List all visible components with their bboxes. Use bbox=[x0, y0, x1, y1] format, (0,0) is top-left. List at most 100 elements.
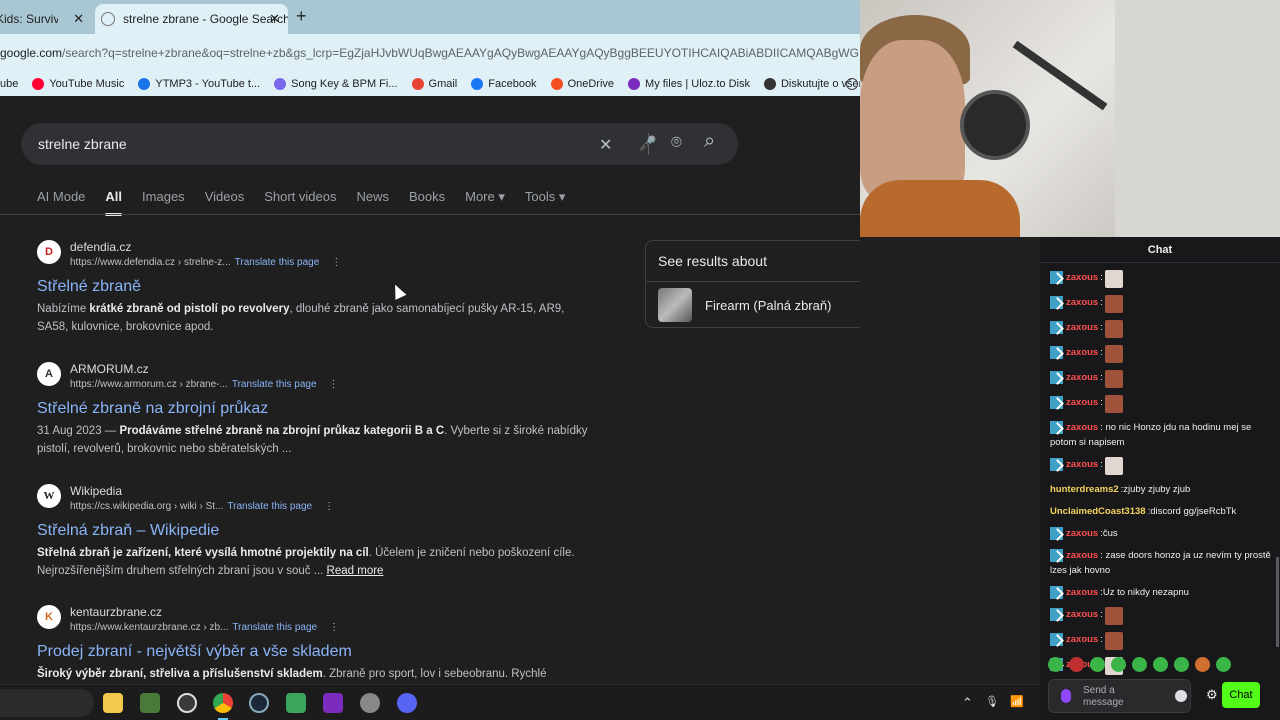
result-url[interactable]: https://www.defendia.cz › strelne-z... bbox=[70, 257, 231, 268]
verified-badge-icon bbox=[1050, 458, 1063, 471]
tab-google-search[interactable]: strelne zbrane - Google Search ✕ bbox=[95, 4, 288, 34]
emote-icon[interactable] bbox=[1195, 657, 1210, 672]
result-title[interactable]: Prodej zbraní - největší výběr a vše skl… bbox=[37, 643, 597, 661]
separator: : bbox=[1100, 272, 1103, 283]
mic-icon[interactable]: 🎤 bbox=[639, 135, 656, 152]
app-icon[interactable] bbox=[286, 693, 306, 713]
tab-books[interactable]: Books bbox=[409, 189, 445, 205]
address-bar[interactable]: google.com/search?q=strelne+zbrane&oq=st… bbox=[0, 34, 860, 72]
search-box[interactable]: strelne zbrane ✕ 🎤 ⌾ ⌕ bbox=[21, 123, 738, 165]
result-site[interactable]: ARMORUM.cz bbox=[70, 362, 339, 376]
chat-username[interactable]: zaxous bbox=[1066, 270, 1098, 285]
knowledge-entity-link[interactable]: Firearm (Palná zbraň) › bbox=[646, 281, 860, 329]
search-input[interactable]: strelne zbrane bbox=[38, 136, 127, 152]
minecraft-icon[interactable] bbox=[140, 693, 160, 713]
bookmark-item[interactable]: Facebook bbox=[471, 78, 537, 90]
tab-tools[interactable]: Tools ▾ bbox=[525, 189, 566, 205]
result-site[interactable]: Wikipedia bbox=[70, 484, 334, 498]
new-tab-button[interactable]: + bbox=[296, 6, 307, 27]
discord-icon[interactable] bbox=[397, 693, 417, 713]
mic-icon[interactable] bbox=[1061, 689, 1071, 703]
tray-overflow-icon[interactable]: ⌃ bbox=[962, 695, 973, 711]
bookmark-item[interactable]: YTMP3 - YouTube t... bbox=[138, 78, 260, 90]
clear-icon[interactable]: ✕ bbox=[599, 135, 612, 155]
tab-all[interactable]: All bbox=[105, 189, 122, 216]
bookmark-item[interactable]: Song Key & BPM Fi... bbox=[274, 78, 398, 90]
emote-icon[interactable] bbox=[1090, 657, 1105, 672]
chat-username[interactable]: zaxous bbox=[1066, 422, 1098, 433]
chat-username[interactable]: zaxous bbox=[1066, 345, 1098, 360]
chat-username[interactable]: zaxous bbox=[1066, 632, 1098, 647]
bookmark-item[interactable]: OneDrive bbox=[550, 78, 614, 90]
chat-username[interactable]: zaxous bbox=[1066, 395, 1098, 410]
tab-ai-mode[interactable]: AI Mode bbox=[37, 189, 85, 205]
file-explorer-icon[interactable] bbox=[103, 693, 123, 713]
tab-videos[interactable]: Videos bbox=[205, 189, 245, 205]
result-url[interactable]: https://www.kentaurzbrane.cz › zb... bbox=[70, 622, 228, 633]
settings-icon[interactable] bbox=[360, 693, 380, 713]
result-url[interactable]: https://www.armorum.cz › zbrane-... bbox=[70, 379, 228, 390]
chat-username[interactable]: UnclaimedCoast3138 bbox=[1050, 504, 1146, 519]
result-site[interactable]: kentaurzbrane.cz bbox=[70, 605, 339, 619]
chat-username[interactable]: zaxous bbox=[1066, 526, 1098, 541]
tab-kids-surviving[interactable]: Kids: Surviving ✕ bbox=[0, 4, 92, 34]
app-icon[interactable] bbox=[323, 693, 343, 713]
bookmark-item[interactable]: ube bbox=[0, 78, 18, 90]
emote-icon[interactable] bbox=[1111, 657, 1126, 672]
tab-label: strelne zbrane - Google Search bbox=[123, 12, 288, 26]
translate-link[interactable]: Translate this page bbox=[232, 622, 317, 633]
close-icon[interactable]: ✕ bbox=[269, 11, 280, 27]
url-text[interactable]: google.com/search?q=strelne+zbrane&oq=st… bbox=[0, 46, 860, 60]
microphone-icon[interactable]: 🎙 bbox=[985, 695, 999, 708]
chat-send-button[interactable]: Chat bbox=[1222, 682, 1260, 708]
chat-username[interactable]: zaxous bbox=[1066, 550, 1098, 561]
tab-news[interactable]: News bbox=[356, 189, 389, 205]
lens-icon[interactable]: ⌾ bbox=[671, 132, 682, 153]
chat-username[interactable]: zaxous bbox=[1066, 370, 1098, 385]
result-url[interactable]: https://cs.wikipedia.org › wiki › St... bbox=[70, 501, 223, 512]
emote-icon[interactable] bbox=[1048, 657, 1063, 672]
translate-link[interactable]: Translate this page bbox=[232, 379, 317, 390]
more-options-icon[interactable]: ⋮ bbox=[324, 501, 334, 512]
result-title[interactable]: Střelné zbraně bbox=[37, 278, 597, 296]
chat-username[interactable]: zaxous bbox=[1066, 585, 1098, 600]
search-icon[interactable]: ⌕ bbox=[704, 130, 715, 153]
bookmark-item[interactable]: My files | Uloz.to Disk bbox=[628, 78, 750, 90]
result-site[interactable]: defendia.cz bbox=[70, 240, 341, 254]
tab-strip: Kids: Surviving ✕ strelne zbrane - Googl… bbox=[0, 0, 860, 34]
close-icon[interactable]: ✕ bbox=[73, 11, 84, 27]
gear-icon[interactable]: ⚙ bbox=[1206, 687, 1218, 703]
bookmark-item[interactable]: YouTube Music bbox=[32, 78, 124, 90]
chrome-icon[interactable] bbox=[213, 693, 233, 713]
emote-icon[interactable] bbox=[1174, 657, 1189, 672]
chat-username[interactable]: zaxous bbox=[1066, 320, 1098, 335]
bookmark-item[interactable]: Gmail bbox=[411, 78, 457, 90]
more-options-icon[interactable]: ⋮ bbox=[329, 622, 339, 633]
tab-short-videos[interactable]: Short videos bbox=[264, 189, 336, 205]
emote-icon[interactable] bbox=[1069, 657, 1084, 672]
read-more-link[interactable]: Read more bbox=[327, 565, 384, 577]
more-options-icon[interactable]: ⋮ bbox=[331, 257, 341, 268]
taskbar-search[interactable] bbox=[0, 689, 94, 717]
chat-username[interactable]: hunterdreams2 bbox=[1050, 482, 1119, 497]
wifi-icon[interactable]: 📶 bbox=[1010, 695, 1024, 708]
emote-icon[interactable] bbox=[1132, 657, 1147, 672]
emote-icon[interactable] bbox=[1216, 657, 1231, 672]
tab-images[interactable]: Images bbox=[142, 189, 185, 205]
chat-input[interactable]: Send a message bbox=[1048, 679, 1191, 713]
emote-icon[interactable] bbox=[1153, 657, 1168, 672]
steam-icon[interactable] bbox=[249, 693, 269, 713]
chat-username[interactable]: zaxous bbox=[1066, 457, 1098, 472]
chat-username[interactable]: zaxous bbox=[1066, 295, 1098, 310]
result-title[interactable]: Střelná zbraň – Wikipedie bbox=[37, 522, 597, 540]
translate-link[interactable]: Translate this page bbox=[227, 501, 312, 512]
globe-icon[interactable] bbox=[846, 78, 858, 90]
tab-more[interactable]: More ▾ bbox=[465, 189, 505, 205]
emoji-icon[interactable] bbox=[1175, 690, 1187, 702]
result-title[interactable]: Střelné zbraně na zbrojní průkaz bbox=[37, 400, 597, 418]
more-options-icon[interactable]: ⋮ bbox=[329, 379, 339, 390]
translate-link[interactable]: Translate this page bbox=[235, 257, 320, 268]
obs-icon[interactable] bbox=[177, 693, 197, 713]
chat-username[interactable]: zaxous bbox=[1066, 607, 1098, 622]
scrollbar[interactable] bbox=[1276, 557, 1279, 647]
